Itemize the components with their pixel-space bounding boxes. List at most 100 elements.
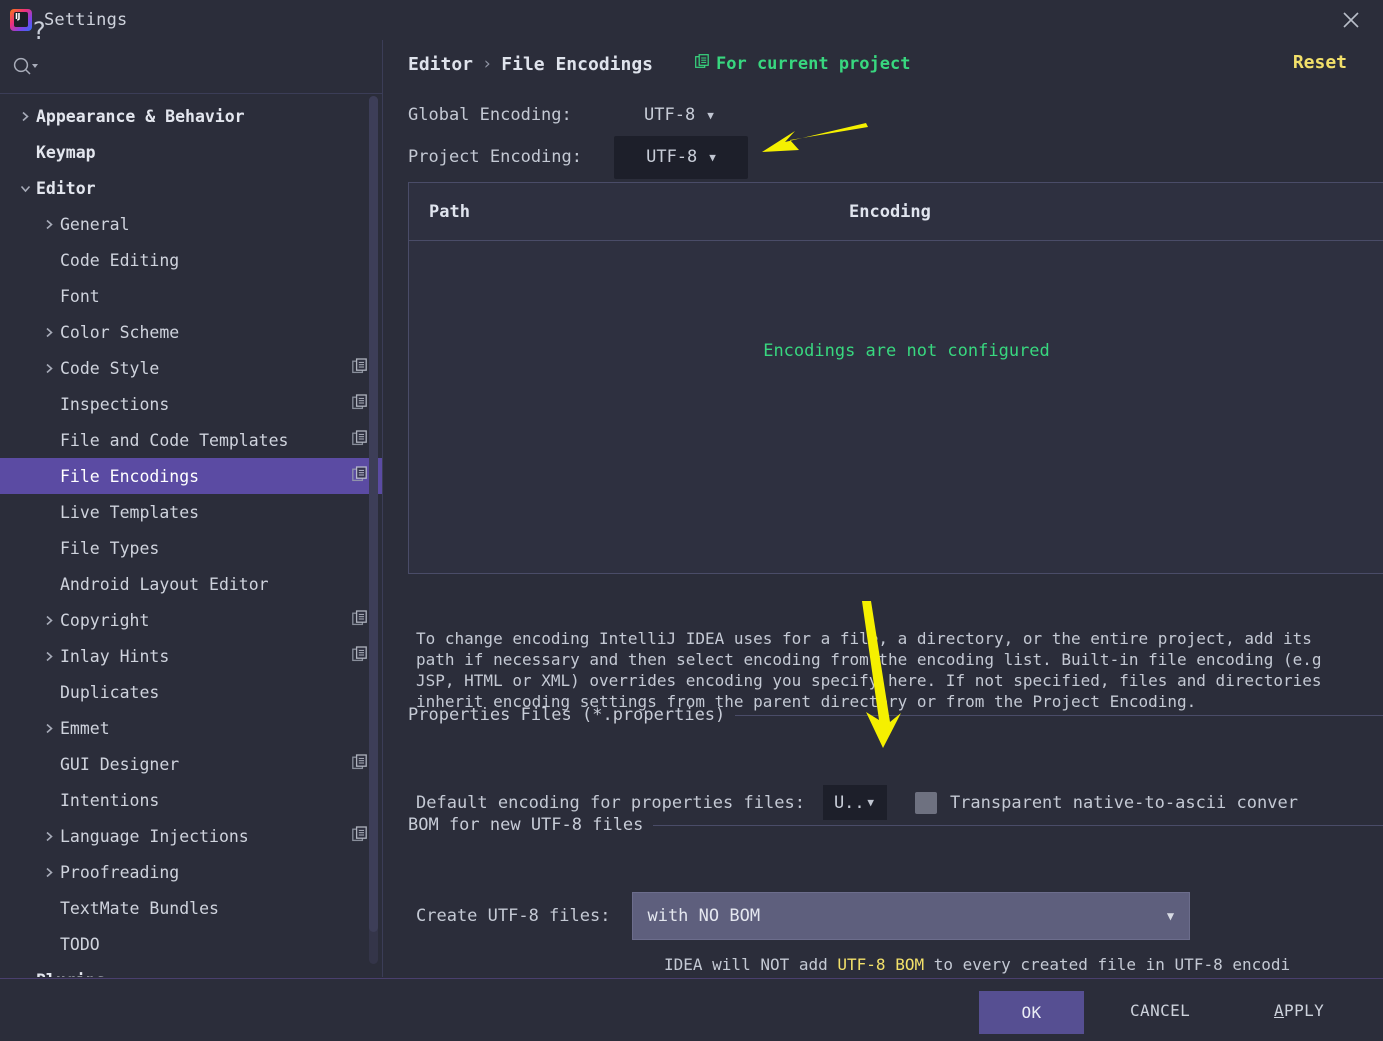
chevron-down-icon[interactable]: ▼ bbox=[1151, 893, 1189, 939]
sidebar-item-android-layout-editor[interactable]: Android Layout Editor bbox=[0, 566, 382, 602]
transparent-native-to-ascii-checkbox[interactable]: Transparent native-to-ascii conver bbox=[914, 791, 1298, 814]
sidebar-item-label: Intentions bbox=[60, 790, 160, 810]
chevron-right-icon[interactable] bbox=[14, 111, 36, 122]
sidebar-item-intentions[interactable]: Intentions bbox=[0, 782, 382, 818]
ok-button[interactable]: OK bbox=[979, 991, 1084, 1034]
sidebar-item-file-types[interactable]: File Types bbox=[0, 530, 382, 566]
sidebar-search-row[interactable] bbox=[0, 40, 382, 94]
cancel-button[interactable]: CANCEL bbox=[1124, 1000, 1196, 1021]
copy-icon[interactable] bbox=[352, 357, 368, 379]
copy-icon[interactable] bbox=[352, 393, 368, 415]
global-encoding-label: Global Encoding: bbox=[408, 105, 572, 125]
chevron-right-icon[interactable] bbox=[38, 219, 60, 230]
copy-icon[interactable] bbox=[352, 465, 368, 487]
sidebar-item-inlay-hints[interactable]: Inlay Hints bbox=[0, 638, 382, 674]
chevron-right-icon[interactable] bbox=[38, 867, 60, 878]
search-icon[interactable] bbox=[12, 56, 40, 78]
chevron-right-icon[interactable] bbox=[38, 363, 60, 374]
copy-icon[interactable] bbox=[352, 609, 368, 631]
sidebar-item-label: Android Layout Editor bbox=[60, 574, 269, 594]
sidebar-item-inspections[interactable]: Inspections bbox=[0, 386, 382, 422]
properties-files-section-header: Properties Files (*.properties) bbox=[408, 705, 1383, 725]
sidebar-item-emmet[interactable]: Emmet bbox=[0, 710, 382, 746]
sidebar-item-label: Copyright bbox=[60, 610, 150, 630]
sidebar-item-live-templates[interactable]: Live Templates bbox=[0, 494, 382, 530]
sidebar-item-file-encodings[interactable]: File Encodings bbox=[0, 458, 382, 494]
checkbox-box[interactable] bbox=[914, 791, 937, 814]
chevron-right-icon[interactable] bbox=[38, 651, 60, 662]
copy-icon[interactable] bbox=[352, 825, 368, 847]
sidebar-item-label: File Encodings bbox=[60, 466, 200, 486]
sidebar-item-appearance-behavior[interactable]: Appearance & Behavior bbox=[0, 98, 382, 134]
chevron-down-icon: ▼ bbox=[709, 150, 716, 164]
chevron-right-icon[interactable] bbox=[38, 615, 60, 626]
create-utf8-files-row: Create UTF-8 files: with NO BOM ▼ bbox=[416, 892, 1191, 940]
create-utf8-files-dropdown[interactable]: with NO BOM ▼ bbox=[632, 892, 1191, 940]
sidebar-item-label: Color Scheme bbox=[60, 322, 180, 342]
sidebar-scrollbar-track[interactable] bbox=[369, 96, 378, 964]
sidebar-item-font[interactable]: Font bbox=[0, 278, 382, 314]
sidebar-item-label: Code Style bbox=[60, 358, 160, 378]
bom-note-suffix: to every created file in UTF-8 encodi bbox=[924, 955, 1291, 974]
sidebar-item-label: TODO bbox=[60, 934, 100, 954]
bom-section-header: BOM for new UTF-8 files bbox=[408, 815, 1383, 835]
sidebar-scrollbar-thumb[interactable] bbox=[369, 96, 378, 932]
sidebar-item-color-scheme[interactable]: Color Scheme bbox=[0, 314, 382, 350]
breadcrumb-parent[interactable]: Editor bbox=[408, 54, 473, 75]
sidebar-item-plugins[interactable]: Plugins bbox=[0, 962, 382, 978]
sidebar-item-label: GUI Designer bbox=[60, 754, 180, 774]
apply-mnemonic: A bbox=[1274, 1001, 1285, 1020]
chevron-down-icon: ▼ bbox=[707, 108, 714, 122]
bom-note-prefix: IDEA will NOT add bbox=[664, 955, 838, 974]
description-line-1: To change encoding IntelliJ IDEA uses fo… bbox=[416, 629, 1312, 648]
sidebar-item-duplicates[interactable]: Duplicates bbox=[0, 674, 382, 710]
encodings-description: To change encoding IntelliJ IDEA uses fo… bbox=[416, 628, 1383, 712]
sidebar-item-code-style[interactable]: Code Style bbox=[0, 350, 382, 386]
sidebar-item-label: Emmet bbox=[60, 718, 110, 738]
sidebar-item-editor[interactable]: Editor bbox=[0, 170, 382, 206]
bom-section-title: BOM for new UTF-8 files bbox=[408, 815, 644, 835]
sidebar-item-code-editing[interactable]: Code Editing bbox=[0, 242, 382, 278]
sidebar-item-label: File Types bbox=[60, 538, 160, 558]
sidebar-item-copyright[interactable]: Copyright bbox=[0, 602, 382, 638]
description-line-3: JSP, HTML or XML) overrides encoding you… bbox=[416, 671, 1322, 690]
sidebar-item-keymap[interactable]: Keymap bbox=[0, 134, 382, 170]
table-header-row: Path Encoding bbox=[409, 183, 1383, 241]
file-encodings-panel: Editor › File Encodings For current proj… bbox=[383, 40, 1383, 977]
global-encoding-dropdown[interactable]: UTF-8 ▼ bbox=[636, 101, 722, 129]
description-line-2: path if necessary and then select encodi… bbox=[416, 650, 1322, 669]
sidebar-item-general[interactable]: General bbox=[0, 206, 382, 242]
sidebar-item-proofreading[interactable]: Proofreading bbox=[0, 854, 382, 890]
reset-link[interactable]: Reset bbox=[1293, 52, 1347, 73]
sidebar-item-label: Inlay Hints bbox=[60, 646, 170, 666]
sidebar-item-label: Editor bbox=[36, 178, 96, 198]
column-header-path[interactable]: Path bbox=[429, 202, 849, 222]
chevron-right-icon[interactable] bbox=[38, 327, 60, 338]
copy-icon[interactable] bbox=[352, 645, 368, 667]
sidebar-item-label: Proofreading bbox=[60, 862, 180, 882]
help-button[interactable]: ? bbox=[24, 16, 54, 46]
sidebar-item-language-injections[interactable]: Language Injections bbox=[0, 818, 382, 854]
chevron-down-icon[interactable] bbox=[14, 183, 36, 194]
close-icon[interactable] bbox=[1337, 6, 1365, 34]
column-header-encoding[interactable]: Encoding bbox=[849, 202, 931, 222]
chevron-right-icon[interactable] bbox=[38, 831, 60, 842]
settings-dialog: IJ Settings Appearance & Behavior Keymap E… bbox=[0, 0, 1383, 1041]
project-encoding-row: Project Encoding: UTF-8 ▼ bbox=[408, 135, 748, 179]
sidebar-item-textmate-bundles[interactable]: TextMate Bundles bbox=[0, 890, 382, 926]
project-encoding-dropdown[interactable]: UTF-8 ▼ bbox=[614, 135, 748, 179]
sidebar-item-file-and-code-templates[interactable]: File and Code Templates bbox=[0, 422, 382, 458]
sidebar-item-gui-designer[interactable]: GUI Designer bbox=[0, 746, 382, 782]
section-divider bbox=[735, 714, 1383, 716]
copy-icon[interactable] bbox=[352, 753, 368, 775]
apply-button[interactable]: APPLY bbox=[1268, 1000, 1330, 1021]
bom-note-highlight: UTF-8 BOM bbox=[837, 955, 925, 974]
encodings-table[interactable]: Path Encoding Encodings are not configur… bbox=[408, 182, 1383, 574]
chevron-right-icon[interactable] bbox=[38, 723, 60, 734]
for-current-project-link[interactable]: For current project bbox=[695, 54, 910, 74]
copy-icon[interactable] bbox=[352, 429, 368, 451]
settings-tree: Appearance & Behavior Keymap Editor General… bbox=[0, 94, 382, 977]
table-empty-message: Encodings are not configured bbox=[763, 341, 1050, 361]
sidebar-item-label: Code Editing bbox=[60, 250, 180, 270]
sidebar-item-todo[interactable]: TODO bbox=[0, 926, 382, 962]
